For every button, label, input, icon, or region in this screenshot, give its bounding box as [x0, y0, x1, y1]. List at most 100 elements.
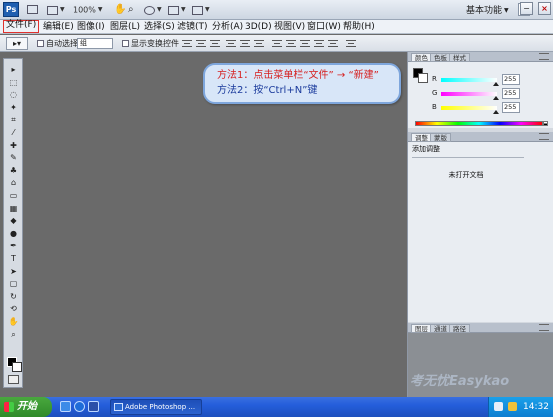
hand-icon[interactable]: ✋: [113, 3, 127, 17]
distribute-bottom-icon[interactable]: [300, 40, 310, 47]
menu-filter[interactable]: 滤镜(T): [175, 21, 210, 33]
callout-method-2: 方法2：按“Ctrl+N”键: [217, 85, 318, 96]
tab-paths[interactable]: 路径: [449, 324, 470, 333]
clone-stamp-icon[interactable]: ♣: [8, 166, 19, 175]
menu-edit[interactable]: 编辑(E): [41, 21, 76, 33]
history-brush-icon[interactable]: ⌂: [8, 178, 19, 187]
channel-b-value[interactable]: 255: [502, 102, 520, 113]
3d-rotate-icon[interactable]: ↻: [8, 292, 19, 301]
pen-icon[interactable]: ✒: [8, 241, 19, 250]
distribute-hcenter-icon[interactable]: [328, 40, 338, 47]
distribute-vcenter-icon[interactable]: [286, 40, 296, 47]
tab-layers[interactable]: 图层: [411, 324, 432, 333]
channel-g-value[interactable]: 255: [502, 88, 520, 99]
channel-r-bar[interactable]: [441, 78, 497, 82]
tab-styles[interactable]: 样式: [449, 53, 470, 62]
layers-panel-tabs: 图层 通道 路径: [408, 323, 553, 333]
auto-select-dropdown[interactable]: 组: [77, 38, 113, 49]
dodge-icon[interactable]: ●: [8, 229, 19, 238]
menu-window[interactable]: 窗口(W): [305, 21, 343, 33]
eraser-icon[interactable]: ▭: [8, 191, 19, 200]
gradient-icon[interactable]: ▦: [8, 204, 19, 213]
shape-icon[interactable]: ▢: [8, 279, 19, 288]
quick-mask-button[interactable]: [8, 375, 19, 384]
align-bottom-icon[interactable]: [210, 40, 220, 47]
taskbar-photoshop-window[interactable]: Adobe Photoshop ...: [110, 399, 202, 415]
menu-layer[interactable]: 图层(L): [108, 21, 142, 33]
menu-image[interactable]: 图像(I): [75, 21, 107, 33]
tool-preset-picker[interactable]: ▸▾: [6, 37, 28, 50]
taskbar: 开始 Adobe Photoshop ... 14:32: [0, 397, 553, 417]
show-desktop-icon[interactable]: [60, 401, 71, 412]
align-hcenter-icon[interactable]: [240, 40, 250, 47]
align-left-icon[interactable]: [226, 40, 236, 47]
tab-adjustments[interactable]: 调整: [411, 133, 432, 142]
tab-swatches[interactable]: 色板: [430, 53, 451, 62]
hand-icon[interactable]: ✋: [8, 317, 19, 326]
clock: 14:32: [523, 402, 549, 412]
zoom-icon[interactable]: ⌕: [8, 330, 19, 339]
menu-3d[interactable]: 3D(D): [243, 21, 274, 33]
start-button[interactable]: 开始: [0, 397, 52, 417]
channel-b-bar[interactable]: [441, 106, 497, 110]
workspace-switcher[interactable]: 基本功能 ▼: [466, 3, 509, 16]
launch-bridge-button[interactable]: [26, 3, 39, 17]
auto-select-checkbox[interactable]: 自动选择:: [37, 38, 81, 49]
slider-thumb-icon[interactable]: [493, 82, 499, 86]
zoom-level-select[interactable]: 100% ▼: [72, 3, 104, 17]
align-right-icon[interactable]: [254, 40, 264, 47]
network-icon[interactable]: [494, 402, 503, 411]
eyedropper-icon[interactable]: ⁄: [8, 128, 19, 137]
panel-background-swatch[interactable]: [418, 73, 428, 83]
tab-masks[interactable]: 蒙版: [430, 133, 451, 142]
menu-select[interactable]: 选择(S): [142, 21, 177, 33]
auto-align-icon[interactable]: [346, 40, 356, 47]
color-spectrum-bar[interactable]: [415, 121, 543, 126]
tab-color[interactable]: 颜色: [411, 53, 432, 62]
healing-icon[interactable]: ✚: [8, 141, 19, 150]
tab-channels[interactable]: 通道: [430, 324, 451, 333]
slider-thumb-icon[interactable]: [493, 110, 499, 114]
marquee-icon[interactable]: ⬚: [8, 78, 19, 87]
adjustments-title: 添加调整: [412, 145, 440, 153]
slider-thumb-icon[interactable]: [493, 96, 499, 100]
menu-file[interactable]: 文件(F): [3, 20, 40, 33]
black-white-swatch[interactable]: [543, 121, 548, 126]
lasso-icon[interactable]: ◌: [8, 90, 19, 99]
blur-icon[interactable]: ◆: [8, 216, 19, 225]
quick-select-icon[interactable]: ✦: [8, 103, 19, 112]
path-select-icon[interactable]: ➤: [8, 267, 19, 276]
panel-menu-icon[interactable]: [539, 133, 549, 140]
no-document-message: 未打开文档: [448, 171, 484, 179]
menu-view[interactable]: 视图(V): [272, 21, 307, 33]
align-top-icon[interactable]: [182, 40, 192, 47]
toolbox: ▸ ⬚ ◌ ✦ ⌗ ⁄ ✚ ✎ ♣ ⌂ ▭ ▦ ◆ ● ✒ T ➤ ▢ ↻ ⟲ ✋ ⌕: [3, 58, 23, 388]
3d-orbit-icon[interactable]: ⟲: [8, 304, 19, 313]
view-extras-button[interactable]: ▼: [46, 3, 66, 17]
align-vcenter-icon[interactable]: [196, 40, 206, 47]
menu-help[interactable]: 帮助(H): [341, 21, 377, 33]
instruction-callout: 方法1：点击菜单栏“文件” → “新建” 方法2：按“Ctrl+N”键: [203, 63, 401, 104]
distribute-top-icon[interactable]: [272, 40, 282, 47]
arrange-documents-button[interactable]: ▼: [167, 3, 187, 17]
word-icon[interactable]: [88, 401, 99, 412]
show-transform-checkbox[interactable]: 显示变换控件: [122, 38, 179, 49]
channel-g-bar[interactable]: [441, 92, 497, 96]
internet-explorer-icon[interactable]: [74, 401, 85, 412]
type-icon[interactable]: T: [8, 254, 19, 263]
rotate-view-button[interactable]: ▼: [143, 3, 163, 17]
menu-analysis[interactable]: 分析(A): [210, 21, 245, 33]
minimize-button[interactable]: −: [520, 2, 533, 15]
brush-icon[interactable]: ✎: [8, 153, 19, 162]
background-color-swatch[interactable]: [12, 362, 22, 372]
panel-menu-icon[interactable]: [539, 53, 549, 60]
channel-r-value[interactable]: 255: [502, 74, 520, 85]
move-icon[interactable]: ▸: [8, 65, 19, 74]
screen-mode-button[interactable]: ▼: [191, 3, 211, 17]
panel-menu-icon[interactable]: [539, 324, 549, 331]
close-button[interactable]: ×: [538, 2, 551, 15]
volume-icon[interactable]: [508, 402, 517, 411]
crop-icon[interactable]: ⌗: [8, 115, 19, 124]
distribute-left-icon[interactable]: [314, 40, 324, 47]
zoom-icon[interactable]: ⌕: [127, 3, 135, 17]
